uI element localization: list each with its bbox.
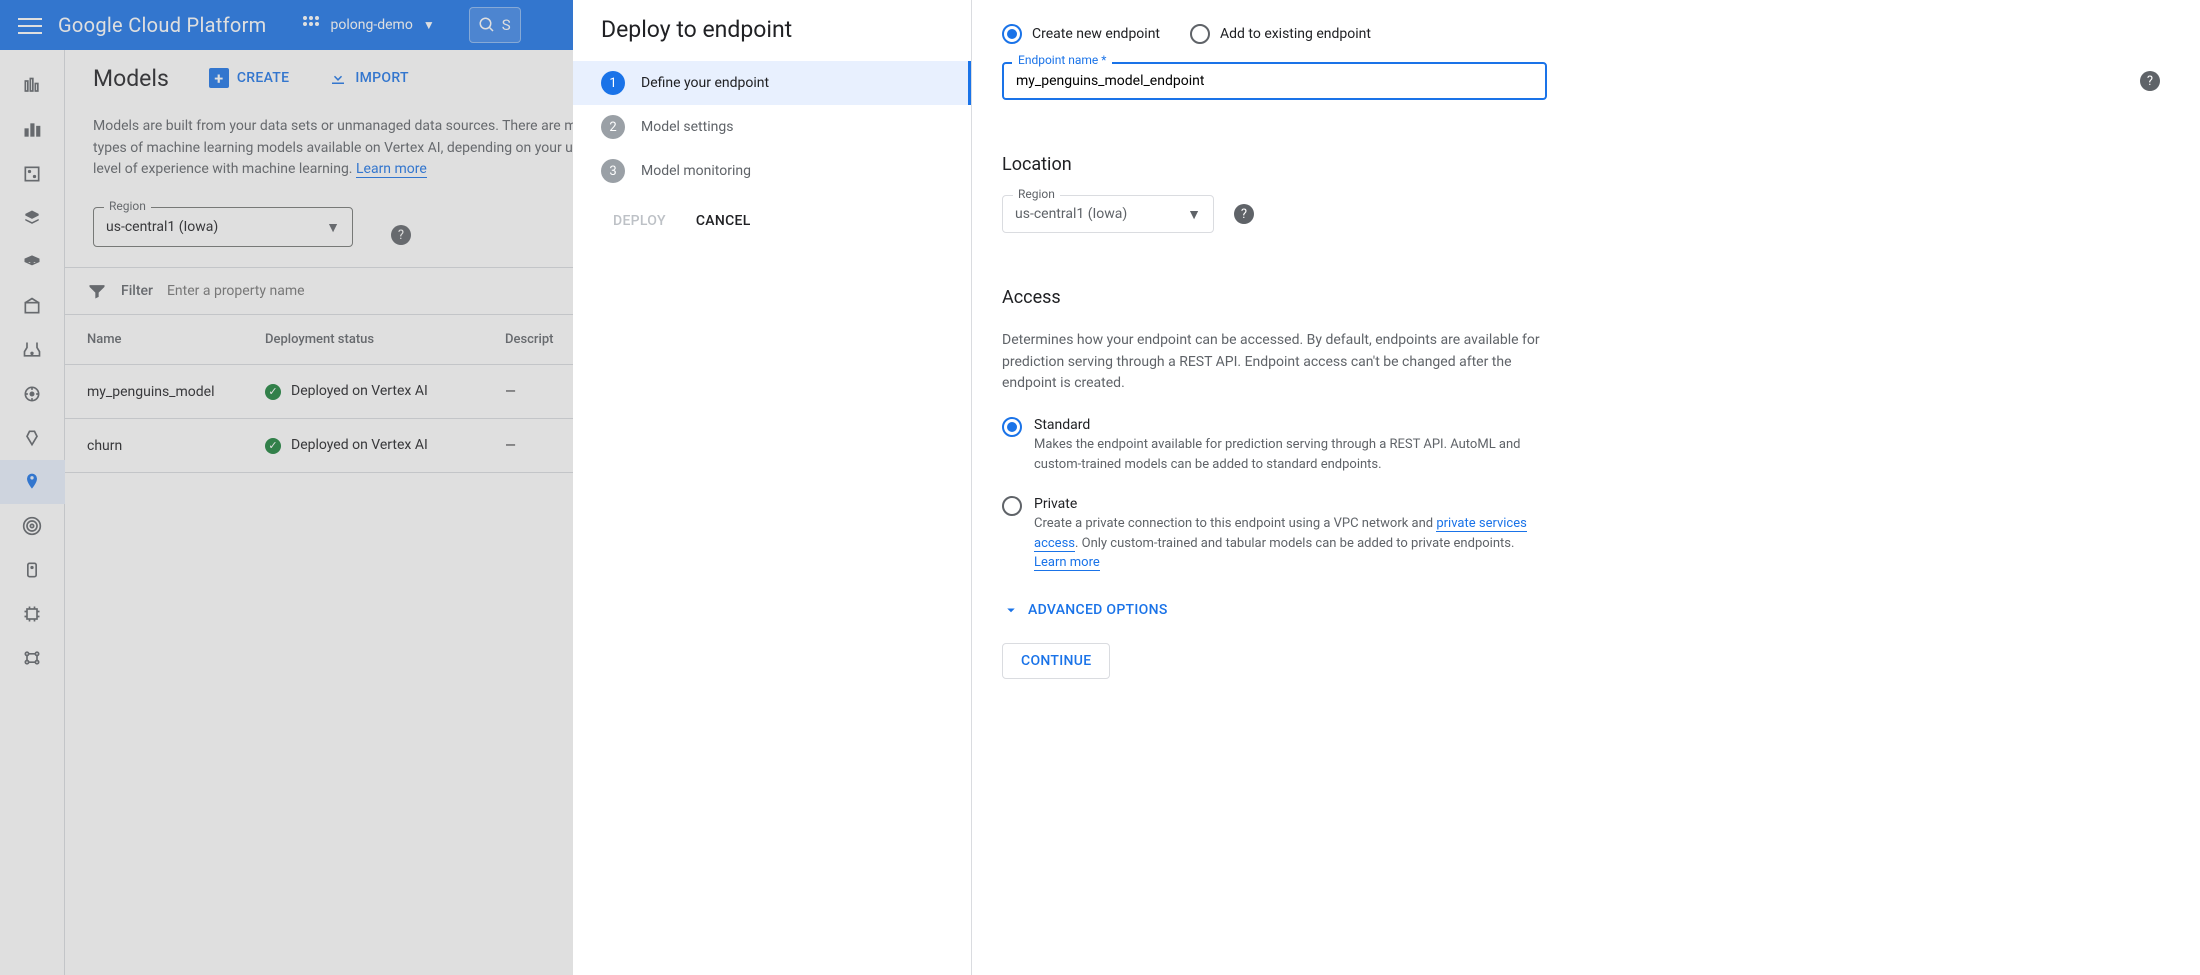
hamburger-menu-icon[interactable] — [18, 13, 42, 37]
left-nav — [0, 50, 65, 975]
create-label: CREATE — [237, 70, 290, 86]
project-icon — [303, 16, 321, 34]
region-label: Region — [1013, 187, 1060, 201]
nav-item-0[interactable] — [0, 64, 65, 108]
col-name[interactable]: Name — [65, 332, 265, 347]
learn-more-link[interactable]: Learn more — [356, 161, 427, 178]
nav-item-7[interactable] — [0, 372, 65, 416]
endpoint-name-field: Endpoint name * ? — [1002, 62, 2170, 100]
step-label: Model settings — [641, 119, 733, 135]
step-number: 3 — [601, 159, 625, 183]
field-label: Endpoint name * — [1012, 53, 1112, 67]
continue-button[interactable]: CONTINUE — [1002, 643, 1110, 679]
option-title: Standard — [1034, 417, 1547, 433]
radio-icon — [1002, 496, 1022, 516]
location-region-select[interactable]: Region us-central1 (Iowa) ▼ — [1002, 195, 1214, 233]
wizard-sidebar: Deploy to endpoint 1 Define your endpoin… — [573, 0, 972, 975]
download-icon — [329, 69, 347, 87]
nav-item-5[interactable] — [0, 284, 65, 328]
nav-item-2[interactable] — [0, 152, 65, 196]
help-icon[interactable]: ? — [1234, 204, 1254, 224]
cell-name: my_penguins_model — [65, 384, 265, 400]
radio-label: Add to existing endpoint — [1220, 26, 1371, 42]
product-name: Google Cloud Platform — [58, 13, 267, 37]
endpoint-mode-group: Create new endpoint Add to existing endp… — [1002, 24, 2170, 44]
radio-label: Create new endpoint — [1032, 26, 1160, 42]
learn-more-link[interactable]: Learn more — [1034, 555, 1100, 571]
radio-icon — [1190, 24, 1210, 44]
import-button[interactable]: IMPORT — [329, 69, 408, 87]
option-title: Private — [1034, 496, 1547, 512]
wizard-title: Deploy to endpoint — [573, 16, 971, 61]
advanced-options-toggle[interactable]: ADVANCED OPTIONS — [1002, 601, 2170, 619]
help-icon[interactable]: ? — [2140, 71, 2160, 91]
cell-status: ✓Deployed on Vertex AI — [265, 437, 505, 454]
radio-create-new[interactable]: Create new endpoint — [1002, 24, 1160, 44]
form-pane: Create new endpoint Add to existing endp… — [972, 0, 2200, 975]
nav-item-1[interactable] — [0, 108, 65, 152]
radio-icon — [1002, 24, 1022, 44]
filter-label: Filter — [121, 283, 153, 299]
nav-item-endpoints[interactable] — [0, 460, 65, 504]
step-number: 1 — [601, 71, 625, 95]
wizard-step-3[interactable]: 3 Model monitoring — [573, 149, 971, 193]
region-label: Region — [104, 199, 151, 213]
region-value: us-central1 (Iowa) — [1015, 206, 1127, 222]
endpoint-name-input[interactable] — [1002, 62, 1547, 100]
radio-icon — [1002, 417, 1022, 437]
col-status[interactable]: Deployment status — [265, 332, 505, 347]
search-input[interactable]: S — [469, 7, 521, 43]
nav-item-10[interactable] — [0, 504, 65, 548]
plus-icon: + — [209, 68, 229, 88]
access-private-option[interactable]: Private Create a private connection to t… — [1002, 496, 1547, 573]
step-label: Model monitoring — [641, 163, 751, 179]
radio-add-existing[interactable]: Add to existing endpoint — [1190, 24, 1371, 44]
cancel-button[interactable]: CANCEL — [696, 213, 751, 229]
option-desc: Create a private connection to this endp… — [1034, 514, 1547, 573]
nav-item-4[interactable] — [0, 240, 65, 284]
search-text: S — [502, 16, 511, 34]
search-icon — [478, 16, 496, 34]
option-desc: Makes the endpoint available for predict… — [1034, 435, 1547, 474]
deploy-button[interactable]: DEPLOY — [613, 213, 666, 229]
cell-status: ✓Deployed on Vertex AI — [265, 383, 505, 400]
region-value: us-central1 (Iowa) — [106, 219, 218, 235]
wizard-step-2[interactable]: 2 Model settings — [573, 105, 971, 149]
location-heading: Location — [1002, 154, 2170, 175]
region-select[interactable]: Region us-central1 (Iowa) ▼ — [93, 207, 353, 247]
nav-item-8[interactable] — [0, 416, 65, 460]
access-description: Determines how your endpoint can be acce… — [1002, 330, 1547, 395]
chevron-down-icon: ▼ — [326, 219, 340, 236]
page-title: Models — [93, 65, 169, 92]
project-picker[interactable]: polong-demo ▼ — [293, 10, 445, 40]
wizard-step-1[interactable]: 1 Define your endpoint — [573, 61, 971, 105]
nav-item-3[interactable] — [0, 196, 65, 240]
access-standard-option[interactable]: Standard Makes the endpoint available fo… — [1002, 417, 1547, 474]
step-number: 2 — [601, 115, 625, 139]
check-icon: ✓ — [265, 438, 281, 454]
import-label: IMPORT — [355, 70, 408, 86]
step-label: Define your endpoint — [641, 75, 769, 91]
filter-icon — [87, 281, 107, 301]
nav-item-6[interactable] — [0, 328, 65, 372]
nav-item-12[interactable] — [0, 592, 65, 636]
chevron-down-icon: ▼ — [1187, 206, 1201, 223]
check-icon: ✓ — [265, 384, 281, 400]
nav-item-13[interactable] — [0, 636, 65, 680]
chevron-down-icon — [1002, 601, 1020, 619]
help-icon[interactable]: ? — [391, 225, 411, 245]
cell-name: churn — [65, 438, 265, 454]
chevron-down-icon: ▼ — [423, 18, 435, 32]
project-name: polong-demo — [331, 17, 413, 33]
advanced-label: ADVANCED OPTIONS — [1028, 602, 1168, 618]
create-button[interactable]: + CREATE — [209, 68, 290, 88]
nav-item-11[interactable] — [0, 548, 65, 592]
access-heading: Access — [1002, 287, 2170, 308]
